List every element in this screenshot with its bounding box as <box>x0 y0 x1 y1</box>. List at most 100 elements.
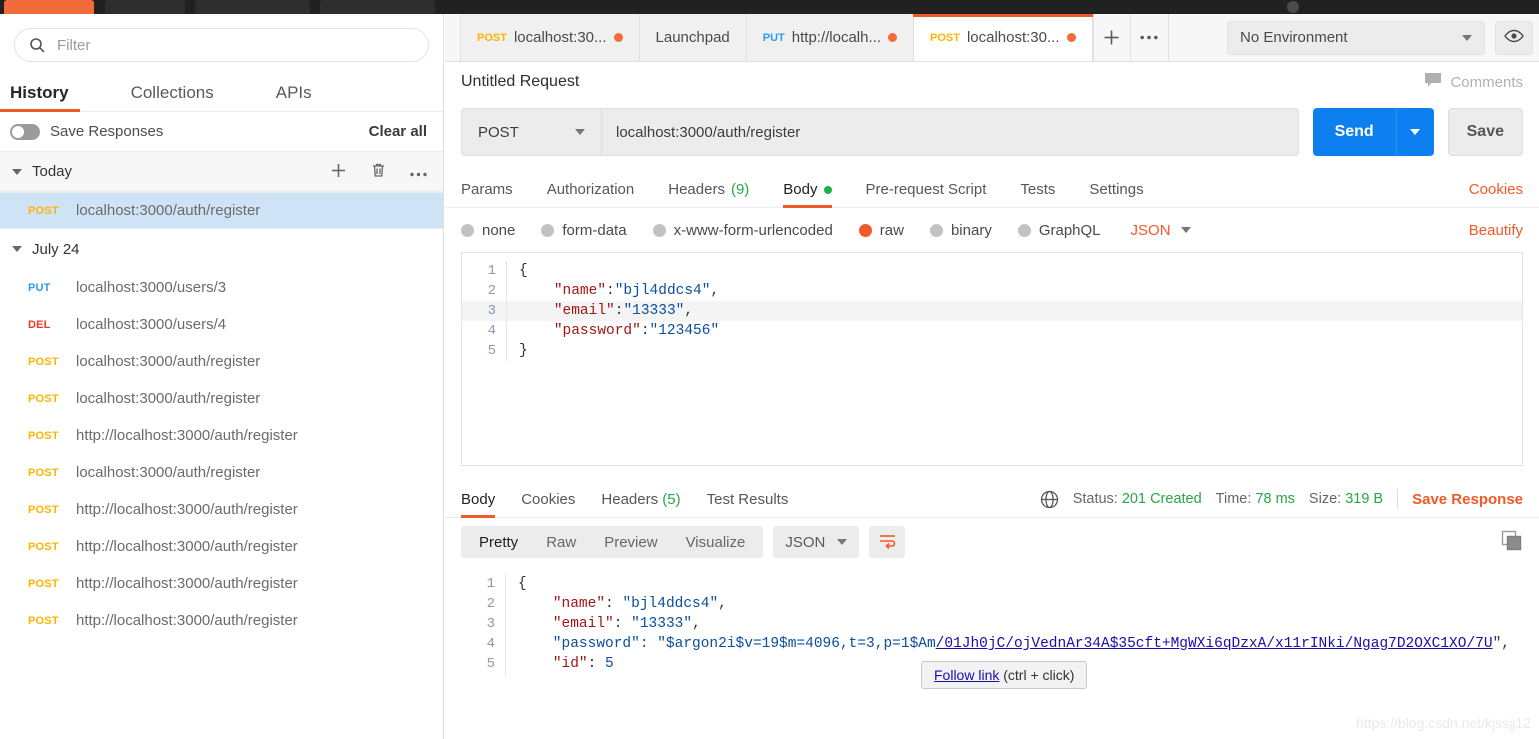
copy-button[interactable] <box>1501 530 1523 555</box>
body-format-selector[interactable]: JSON <box>1131 222 1191 239</box>
os-user-avatar[interactable] <box>1287 1 1299 13</box>
comments-button[interactable]: Comments <box>1424 72 1523 92</box>
body-type-none[interactable]: none <box>461 222 515 239</box>
history-item[interactable]: POST localhost:3000/auth/register <box>0 380 443 417</box>
os-tab-4[interactable] <box>320 0 435 14</box>
environment-selector[interactable]: No Environment <box>1227 20 1485 55</box>
request-tab-1[interactable]: POST localhost:30... <box>460 14 640 61</box>
response-link[interactable]: /01Jh0jC/ojVednAr34A$35cft+MgWXi6qDzxA/x… <box>936 636 1493 652</box>
radio-icon <box>1017 223 1031 237</box>
line-number: 3 <box>487 303 496 319</box>
line-number: 4 <box>486 636 495 652</box>
history-item[interactable]: POST http://localhost:3000/auth/register <box>0 528 443 565</box>
response-format-selector[interactable]: JSON <box>773 526 860 558</box>
url-input[interactable]: localhost:3000/auth/register <box>602 108 1299 156</box>
http-method-badge: DEL <box>28 318 51 331</box>
history-item-url: http://localhost:3000/auth/register <box>76 501 298 518</box>
tab-settings[interactable]: Settings <box>1089 181 1143 207</box>
os-tab-2[interactable] <box>105 0 185 14</box>
history-item-url: http://localhost:3000/auth/register <box>76 427 298 444</box>
sidebar-tab-collections[interactable]: Collections <box>131 83 214 111</box>
history-item[interactable]: POST localhost:3000/auth/register <box>0 343 443 380</box>
time-value: 78 ms <box>1255 491 1295 507</box>
search-box[interactable] <box>14 28 429 62</box>
view-preview[interactable]: Preview <box>590 534 671 551</box>
clear-all-button[interactable]: Clear all <box>369 123 427 140</box>
history-item[interactable]: POST localhost:3000/auth/register <box>0 192 443 229</box>
response-tab-headers[interactable]: Headers (5) <box>601 491 680 517</box>
search-input[interactable] <box>55 35 414 55</box>
view-raw[interactable]: Raw <box>532 534 590 551</box>
history-item-url: localhost:3000/auth/register <box>76 390 261 407</box>
line-number: 5 <box>486 656 495 672</box>
sidebar-tab-apis[interactable]: APIs <box>276 83 312 111</box>
code-text: } <box>505 674 527 676</box>
request-tab-2[interactable]: Launchpad <box>638 14 747 61</box>
request-title[interactable]: Untitled Request <box>461 73 579 91</box>
response-tab-test-results[interactable]: Test Results <box>707 491 789 517</box>
line-number: 1 <box>486 576 495 592</box>
tab-label: Params <box>461 181 513 198</box>
view-visualize[interactable]: Visualize <box>672 534 760 551</box>
body-type-row: none form-data x-www-form-urlencoded raw… <box>445 208 1539 252</box>
globe-icon <box>1040 490 1059 509</box>
http-method-badge: PUT <box>28 281 51 294</box>
follow-link-label[interactable]: Follow link <box>934 667 999 683</box>
response-tab-cookies[interactable]: Cookies <box>521 491 575 517</box>
http-method-badge: POST <box>28 614 59 627</box>
method-selector[interactable]: POST <box>461 108 602 156</box>
history-item[interactable]: PUT localhost:3000/users/3 <box>0 269 443 306</box>
cookies-link[interactable]: Cookies <box>1469 181 1523 207</box>
response-tab-body[interactable]: Body <box>461 491 496 518</box>
history-group-today[interactable]: Today <box>0 152 443 192</box>
tab-params[interactable]: Params <box>461 181 513 207</box>
code-text: "email":"13333", <box>506 301 693 321</box>
send-button[interactable]: Send <box>1312 108 1396 156</box>
tab-options-button[interactable] <box>1131 14 1169 61</box>
history-item[interactable]: POST http://localhost:3000/auth/register <box>0 491 443 528</box>
request-tab-3[interactable]: PUT http://localh... <box>745 14 914 61</box>
sidebar-tab-history[interactable]: History <box>0 83 80 112</box>
request-tab-4[interactable]: POST localhost:30... <box>912 14 1093 61</box>
save-response-button[interactable]: Save Response <box>1412 491 1523 508</box>
tab-body[interactable]: Body <box>783 181 832 208</box>
tab-label: Pre-request Script <box>865 181 987 198</box>
history-item[interactable]: DEL localhost:3000/users/4 <box>0 306 443 343</box>
send-options-button[interactable] <box>1395 108 1434 156</box>
tab-pre-request-script[interactable]: Pre-request Script <box>866 181 987 207</box>
response-body-viewer[interactable]: 1{2 "name": "bjl4ddcs4", 3 "email": "1333… <box>445 566 1539 676</box>
code-line: 1{ <box>462 261 1522 281</box>
body-type-form-data[interactable]: form-data <box>541 222 627 239</box>
tab-headers[interactable]: Headers (9) <box>668 181 749 207</box>
environment-quick-look-button[interactable] <box>1495 20 1533 55</box>
history-item[interactable]: POST http://localhost:3000/auth/register <box>0 417 443 454</box>
history-item[interactable]: POST localhost:3000/auth/register <box>0 454 443 491</box>
code-line: 5} <box>462 341 1522 361</box>
trash-icon[interactable] <box>371 162 386 181</box>
ellipsis-icon[interactable] <box>410 164 427 180</box>
body-type-binary[interactable]: binary <box>929 222 992 239</box>
plus-icon[interactable] <box>330 162 347 182</box>
history-item[interactable]: POST http://localhost:3000/auth/register <box>0 565 443 602</box>
history-item-url: http://localhost:3000/auth/register <box>76 575 298 592</box>
history-group-july-24[interactable]: July 24 <box>0 229 443 269</box>
history-item[interactable]: POST http://localhost:3000/auth/register <box>0 602 443 639</box>
size-value: 319 B <box>1345 491 1384 507</box>
request-tab-strip: POST localhost:30... Launchpad PUT http:… <box>445 14 1539 62</box>
beautify-button[interactable]: Beautify <box>1469 222 1523 239</box>
word-wrap-button[interactable] <box>869 526 906 558</box>
save-button[interactable]: Save <box>1447 108 1523 156</box>
body-type-raw[interactable]: raw <box>858 222 904 239</box>
view-pretty[interactable]: Pretty <box>465 534 532 551</box>
body-type-graphql[interactable]: GraphQL <box>1017 222 1101 239</box>
response-section-tabs: Body Cookies Headers (5) Test Results St… <box>445 476 1539 518</box>
os-tab-1[interactable] <box>4 0 94 14</box>
os-tab-3[interactable] <box>195 0 310 14</box>
new-tab-button[interactable] <box>1092 14 1131 61</box>
tab-authorization[interactable]: Authorization <box>547 181 635 207</box>
save-responses-toggle[interactable] <box>10 123 40 140</box>
request-body-editor[interactable]: 1{2 "name":"bjl4ddcs4", 3 "email":"13333"… <box>461 252 1523 466</box>
http-method-badge: POST <box>28 392 59 405</box>
tab-tests[interactable]: Tests <box>1020 181 1055 207</box>
body-type-urlencoded[interactable]: x-www-form-urlencoded <box>652 222 833 239</box>
